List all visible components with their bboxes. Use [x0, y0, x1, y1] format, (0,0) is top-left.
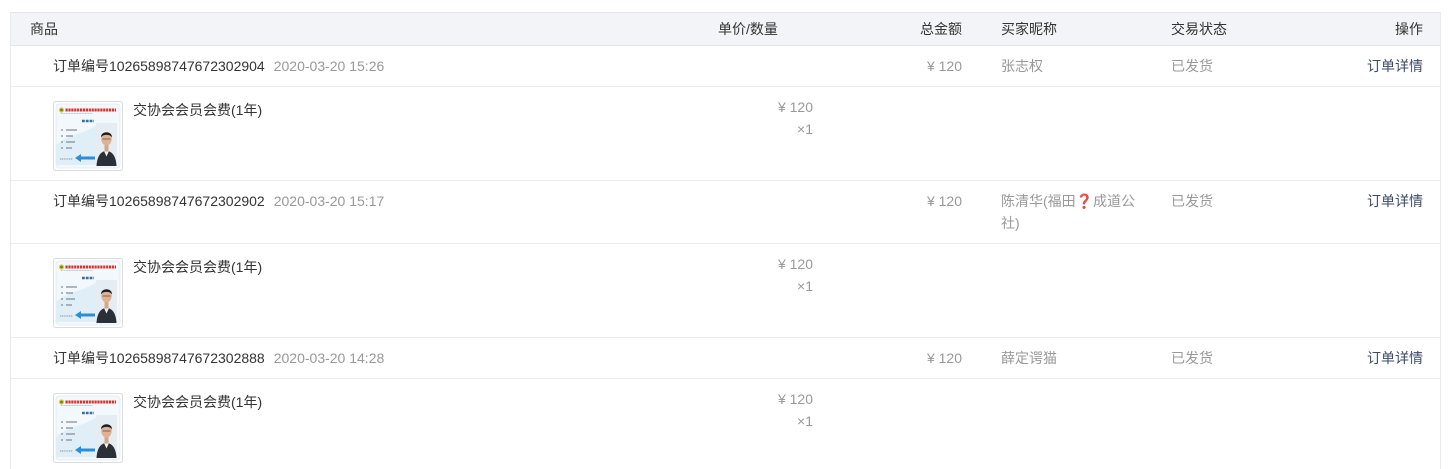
order-total: ¥ 120: [926, 58, 962, 74]
buyer-name: 薛定谔猫: [1001, 350, 1057, 366]
buyer-name: 张志权: [1001, 58, 1043, 74]
order-header-row: 订单编号10265898747672302902 2020-03-20 15:17…: [11, 181, 1440, 244]
order-header-row: 订单编号10265898747672302888 2020-03-20 14:28…: [11, 338, 1440, 379]
product-name: 交协会会员会费(1年): [133, 102, 263, 118]
order-time: 2020-03-20 15:26: [273, 58, 385, 74]
unit-price: ¥ 120: [777, 256, 813, 272]
table-header: 商品 单价/数量 总金额 买家昵称 交易状态 操作: [11, 12, 1440, 46]
product-thumbnail: [53, 258, 123, 328]
order-status: 已发货: [1171, 193, 1213, 209]
order-item-row: 交协会会员会费(1年) ¥ 120 ×1: [11, 379, 1440, 469]
price-quantity: ¥ 120 ×1: [778, 388, 813, 432]
order-number: 订单编号10265898747672302904: [53, 58, 265, 74]
order-detail-link[interactable]: 订单详情: [1367, 55, 1423, 77]
column-header-product: 商品: [30, 21, 58, 37]
column-header-buyer: 买家昵称: [1001, 21, 1057, 37]
product-name: 交协会会员会费(1年): [133, 259, 263, 275]
order-table: 商品 单价/数量 总金额 买家昵称 交易状态 操作 订单编号1026589874…: [10, 12, 1441, 469]
order-detail-link[interactable]: 订单详情: [1367, 347, 1423, 369]
quantity: ×1: [797, 278, 813, 294]
product-name: 交协会会员会费(1年): [133, 394, 263, 410]
buyer-name: 陈清华(福田❓成道公社): [1001, 193, 1136, 231]
order-time: 2020-03-20 14:28: [273, 350, 385, 366]
unit-price: ¥ 120: [777, 391, 813, 407]
quantity: ×1: [797, 121, 813, 137]
order-item-row: 交协会会员会费(1年) ¥ 120 ×1: [11, 244, 1440, 338]
product-thumbnail: [53, 393, 123, 463]
order-detail-link[interactable]: 订单详情: [1367, 190, 1423, 212]
order-number-cell: 订单编号10265898747672302904 2020-03-20 15:26: [53, 55, 384, 77]
order-status: 已发货: [1171, 350, 1213, 366]
order-number: 订单编号10265898747672302888: [53, 350, 265, 366]
question-mark-emoji-icon: ❓: [1075, 193, 1094, 209]
quantity: ×1: [797, 413, 813, 429]
order-status: 已发货: [1171, 58, 1213, 74]
order-number: 订单编号10265898747672302902: [53, 193, 265, 209]
order-header-row: 订单编号10265898747672302904 2020-03-20 15:26…: [11, 46, 1440, 87]
column-header-price-quantity: 单价/数量: [718, 21, 778, 37]
column-header-status: 交易状态: [1171, 21, 1227, 37]
column-header-action: 操作: [1395, 21, 1423, 37]
order-number-cell: 订单编号10265898747672302902 2020-03-20 15:17: [53, 190, 384, 212]
price-quantity: ¥ 120 ×1: [778, 96, 813, 140]
column-header-total: 总金额: [920, 21, 962, 37]
order-number-cell: 订单编号10265898747672302888 2020-03-20 14:28: [53, 347, 384, 369]
order-total: ¥ 120: [926, 350, 962, 366]
price-quantity: ¥ 120 ×1: [778, 253, 813, 297]
order-total: ¥ 120: [926, 193, 962, 209]
unit-price: ¥ 120: [777, 99, 813, 115]
product-thumbnail: [53, 101, 123, 171]
order-time: 2020-03-20 15:17: [273, 193, 385, 209]
order-item-row: 交协会会员会费(1年) ¥ 120 ×1: [11, 87, 1440, 181]
